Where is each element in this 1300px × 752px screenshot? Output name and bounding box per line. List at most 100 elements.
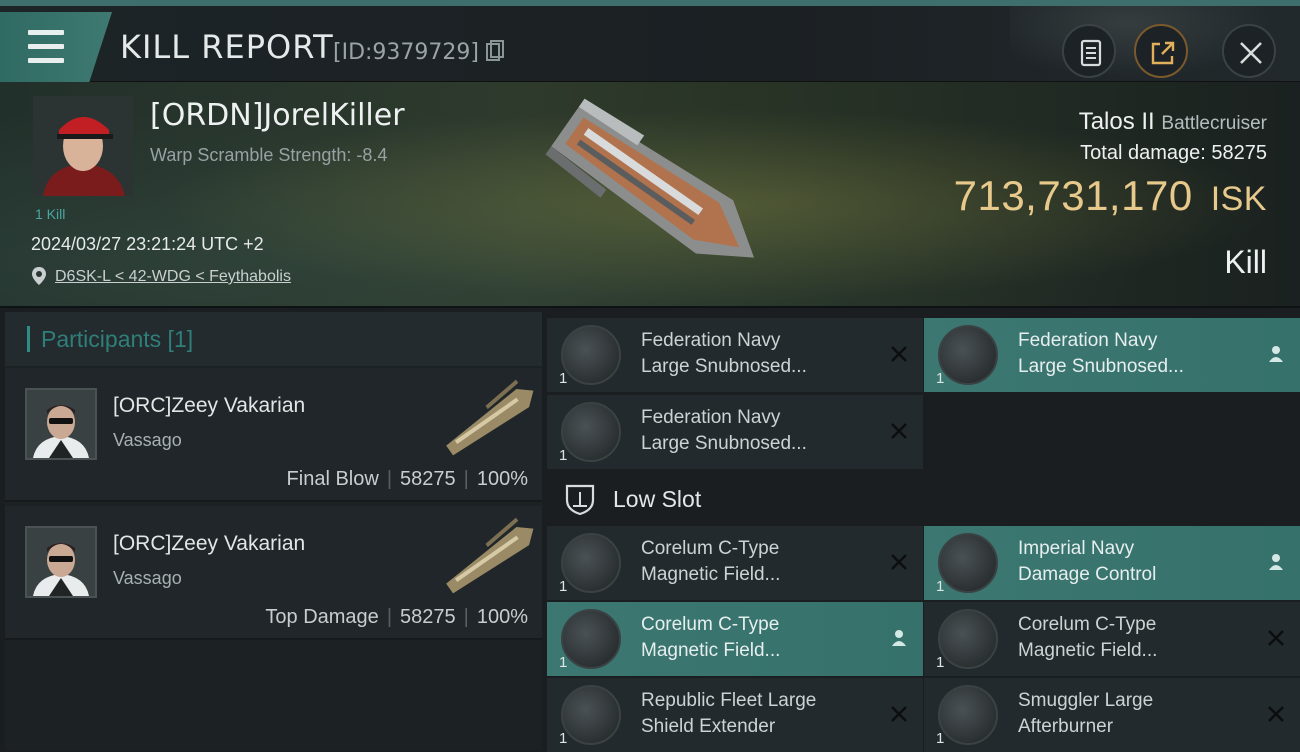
magnetic-field-stabilizer-icon bbox=[561, 609, 621, 669]
top-bar: KILL REPORT [ID:9379729] bbox=[0, 0, 1300, 88]
share-icon bbox=[1151, 41, 1175, 65]
low-slot-header: Low Slot bbox=[547, 472, 923, 526]
shield-extender-icon bbox=[561, 685, 621, 745]
close-button[interactable] bbox=[1222, 24, 1276, 78]
module-qty: 1 bbox=[936, 730, 945, 747]
warp-scramble-strength: Warp Scramble Strength: -8.4 bbox=[150, 145, 388, 165]
isk-unit: ISK bbox=[1210, 180, 1267, 218]
module-name-line2: Large Snubnosed... bbox=[1018, 356, 1184, 377]
destroyed-x-icon bbox=[891, 423, 907, 439]
kill-datetime: 2024/03/27 23:21:24 UTC +2 bbox=[31, 234, 264, 254]
module-name-line2: Large Snubnosed... bbox=[641, 356, 807, 377]
total-damage-label: Total damage: bbox=[1080, 142, 1206, 164]
participant-name: [ORC]Zeey Vakarian bbox=[113, 532, 306, 555]
total-damage: Total damage: 58275 bbox=[1080, 142, 1267, 165]
magnetic-field-stabilizer-icon bbox=[938, 609, 998, 669]
participant-name: [ORC]Zeey Vakarian bbox=[113, 394, 306, 417]
participants-panel: Participants [1] [ORC]Zeey Vakarian Vass… bbox=[5, 312, 542, 750]
kill-type: Kill bbox=[1224, 244, 1267, 280]
module-item[interactable]: 1 Federation Navy Large Snubnosed... bbox=[924, 318, 1300, 392]
module-name-line2: Magnetic Field... bbox=[1018, 640, 1158, 661]
torpedo-launcher-icon bbox=[561, 325, 621, 385]
participant-percent: 100% bbox=[476, 468, 528, 490]
clipboard-button[interactable] bbox=[1062, 24, 1116, 78]
victim-ship-image bbox=[545, 98, 755, 258]
module-name-line2: Magnetic Field... bbox=[641, 564, 781, 585]
participant-stats: Top Damage | 58275 | 100% bbox=[265, 606, 528, 628]
destroyed-x-icon bbox=[1268, 630, 1284, 646]
module-item[interactable]: 1 Corelum C-Type Magnetic Field... bbox=[924, 602, 1300, 676]
module-qty: 1 bbox=[559, 447, 568, 464]
participants-header: Participants [1] bbox=[5, 312, 542, 366]
participant-ship-image bbox=[446, 379, 534, 456]
person-icon bbox=[1269, 554, 1283, 570]
module-name-line2: Magnetic Field... bbox=[641, 640, 781, 661]
participants-label: Participants [1] bbox=[41, 326, 194, 352]
share-button[interactable] bbox=[1134, 24, 1188, 78]
module-name-line1: Federation Navy bbox=[1018, 330, 1158, 351]
module-qty: 1 bbox=[559, 578, 568, 595]
damage-control-icon bbox=[938, 533, 998, 593]
participant-percent: 100% bbox=[476, 606, 528, 628]
victim-ship[interactable]: Talos II Battlecruiser bbox=[1079, 108, 1267, 136]
module-name-line1: Corelum C-Type bbox=[641, 538, 780, 559]
avatar bbox=[25, 388, 97, 460]
victim-name[interactable]: [ORDN]JorelKiller bbox=[150, 98, 405, 133]
module-name-line2: Shield Extender bbox=[641, 716, 776, 737]
participant-ship: Vassago bbox=[113, 568, 182, 588]
isk-amount: 713,731,170 bbox=[953, 172, 1193, 219]
participant-row[interactable]: [ORC]Zeey Vakarian Vassago Top Damage | 58… bbox=[5, 506, 542, 640]
destroyed-x-icon bbox=[1268, 706, 1284, 722]
location-pin-icon bbox=[32, 267, 46, 285]
isk-value: 713,731,170 ISK bbox=[954, 172, 1267, 220]
menu-button[interactable] bbox=[0, 12, 112, 88]
module-item[interactable]: 1 Federation Navy Large Snubnosed... bbox=[547, 318, 923, 392]
page-title: KILL REPORT bbox=[120, 28, 334, 66]
destroyed-x-icon bbox=[891, 554, 907, 570]
close-icon bbox=[1240, 42, 1262, 64]
victim-portrait[interactable] bbox=[33, 96, 133, 196]
module-item[interactable]: 1 Corelum C-Type Magnetic Field... bbox=[547, 526, 923, 600]
ship-class: Battlecruiser bbox=[1161, 113, 1267, 134]
participant-row[interactable]: [ORC]Zeey Vakarian Vassago Final Blow | 58… bbox=[5, 368, 542, 502]
destroyed-x-icon bbox=[891, 346, 907, 362]
person-icon bbox=[892, 630, 906, 646]
kill-count: 1 Kill bbox=[35, 206, 66, 222]
module-item[interactable]: 1 Corelum C-Type Magnetic Field... bbox=[547, 602, 923, 676]
participant-ship-image bbox=[446, 517, 534, 594]
module-qty: 1 bbox=[559, 654, 568, 671]
magnetic-field-stabilizer-icon bbox=[561, 533, 621, 593]
module-qty: 1 bbox=[936, 578, 945, 595]
victim-hero: [ORDN]JorelKiller Warp Scramble Strength… bbox=[0, 82, 1300, 308]
module-name-line2: Afterburner bbox=[1018, 716, 1114, 737]
person-icon bbox=[1269, 346, 1283, 362]
module-item[interactable]: 1 Smuggler Large Afterburner bbox=[924, 678, 1300, 752]
module-name-line1: Federation Navy bbox=[641, 330, 781, 351]
afterburner-icon bbox=[938, 685, 998, 745]
location-link[interactable]: D6SK-L < 42-WDG < Feythabolis bbox=[55, 268, 291, 286]
participant-damage: 58275 bbox=[400, 468, 456, 490]
total-damage-value: 58275 bbox=[1211, 142, 1267, 164]
module-qty: 1 bbox=[936, 654, 945, 671]
destroyed-x-icon bbox=[891, 706, 907, 722]
participant-role: Top Damage bbox=[265, 606, 379, 628]
module-qty: 1 bbox=[559, 370, 568, 387]
copy-icon[interactable] bbox=[486, 40, 504, 62]
module-name-line1: Federation Navy bbox=[641, 407, 781, 428]
report-id: [ID:9379729] bbox=[333, 40, 479, 65]
module-name-line1: Corelum C-Type bbox=[1018, 614, 1157, 635]
module-name-line1: Republic Fleet Large bbox=[641, 690, 817, 711]
participant-ship: Vassago bbox=[113, 430, 182, 450]
module-name-line2: Large Snubnosed... bbox=[641, 433, 807, 454]
clipboard-icon bbox=[1080, 39, 1102, 67]
module-item[interactable]: 1 Federation Navy Large Snubnosed... bbox=[547, 395, 923, 469]
torpedo-launcher-icon bbox=[561, 402, 621, 462]
module-item[interactable]: 1 Republic Fleet Large Shield Extender bbox=[547, 678, 923, 752]
module-name-line1: Imperial Navy bbox=[1018, 538, 1135, 559]
avatar bbox=[25, 526, 97, 598]
module-name-line1: Corelum C-Type bbox=[641, 614, 780, 635]
module-qty: 1 bbox=[936, 370, 945, 387]
module-item[interactable]: 1 Imperial Navy Damage Control bbox=[924, 526, 1300, 600]
participant-stats: Final Blow | 58275 | 100% bbox=[286, 468, 528, 490]
ship-name: Talos II bbox=[1078, 108, 1155, 135]
